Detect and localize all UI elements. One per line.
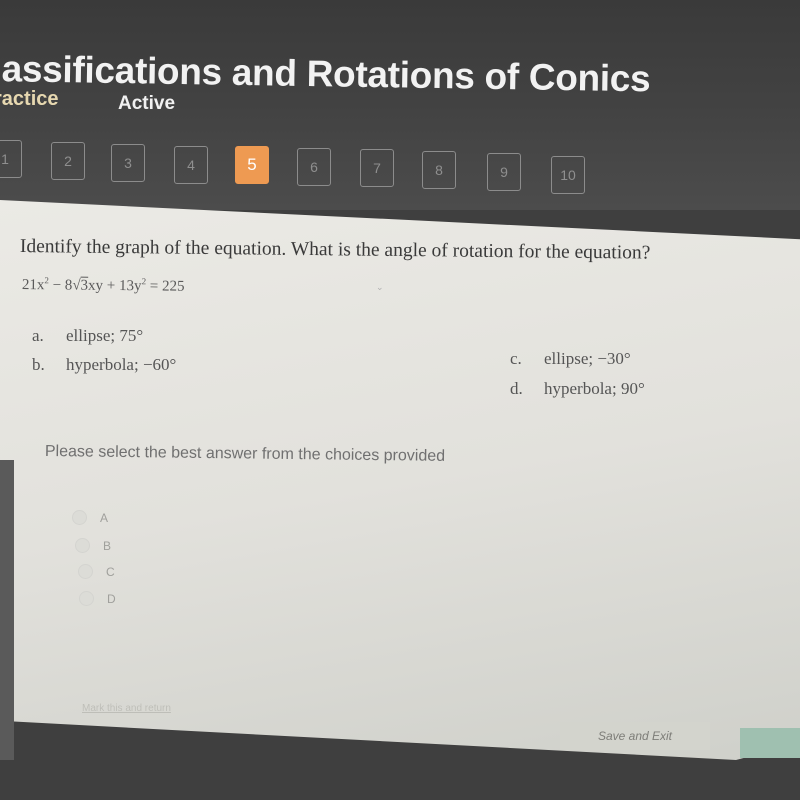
mouse-cursor-icon: ⌄ bbox=[376, 282, 384, 292]
question-3-button[interactable]: 3 bbox=[111, 144, 145, 182]
choice-letter: c. bbox=[510, 349, 522, 368]
question-10-button[interactable]: 10 bbox=[551, 156, 585, 194]
equation-term-2: xy + 13y bbox=[88, 277, 142, 295]
question-5-button-current[interactable]: 5 bbox=[235, 146, 269, 184]
answer-label-b: B bbox=[103, 538, 112, 553]
question-8-button[interactable]: 8 bbox=[422, 151, 456, 189]
choice-c: c. ellipse; −30° bbox=[510, 349, 631, 369]
answer-label-d: D bbox=[107, 591, 116, 606]
choice-b: b. hyperbola; −60° bbox=[32, 355, 176, 375]
header-bar: lassifications and Rotations of Conics r… bbox=[0, 0, 800, 210]
answer-option-b[interactable]: B bbox=[75, 538, 111, 553]
question-1-button[interactable]: 1 bbox=[0, 140, 22, 178]
question-9-button[interactable]: 9 bbox=[487, 153, 521, 191]
choice-text: ellipse; −30° bbox=[544, 349, 631, 368]
choice-text: ellipse; 75° bbox=[66, 326, 144, 345]
sqrt-icon: √ bbox=[72, 277, 81, 294]
panel-edge bbox=[0, 460, 14, 760]
save-and-exit-button[interactable]: Save and Exit bbox=[560, 722, 710, 750]
radio-button-c[interactable] bbox=[78, 564, 93, 579]
tab-practice[interactable]: ractice bbox=[0, 88, 59, 111]
answer-option-a[interactable]: A bbox=[72, 510, 108, 525]
answer-option-c[interactable]: C bbox=[78, 564, 115, 579]
choice-text: hyperbola; 90° bbox=[544, 379, 645, 398]
radio-button-b[interactable] bbox=[75, 538, 90, 553]
choice-letter: a. bbox=[32, 326, 44, 345]
equation-rhs: = 225 bbox=[145, 278, 185, 295]
choice-d: d. hyperbola; 90° bbox=[510, 379, 645, 399]
choice-text: hyperbola; −60° bbox=[66, 355, 177, 374]
mark-and-return-link[interactable]: Mark this and return bbox=[82, 703, 171, 714]
question-4-button[interactable]: 4 bbox=[174, 146, 208, 184]
equation-term-1: 21x bbox=[21, 276, 45, 294]
equation-operator: − 8 bbox=[48, 277, 73, 294]
question-2-button[interactable]: 2 bbox=[51, 142, 85, 180]
answer-label-a: A bbox=[100, 510, 109, 525]
page-title: lassifications and Rotations of Conics bbox=[0, 48, 651, 100]
equation: 21x2 − 8√3xy + 13y2 = 225 bbox=[22, 275, 185, 296]
choice-letter: b. bbox=[32, 355, 45, 374]
answer-label-c: C bbox=[106, 564, 115, 579]
submit-button[interactable] bbox=[740, 728, 800, 758]
radio-button-a[interactable] bbox=[72, 510, 87, 525]
radio-button-d[interactable] bbox=[79, 591, 94, 606]
answer-option-d[interactable]: D bbox=[79, 591, 116, 606]
choice-a: a. ellipse; 75° bbox=[32, 326, 143, 346]
question-6-button[interactable]: 6 bbox=[297, 148, 331, 186]
choice-letter: d. bbox=[510, 379, 523, 398]
tab-active[interactable]: Active bbox=[118, 93, 175, 115]
question-7-button[interactable]: 7 bbox=[360, 149, 394, 187]
